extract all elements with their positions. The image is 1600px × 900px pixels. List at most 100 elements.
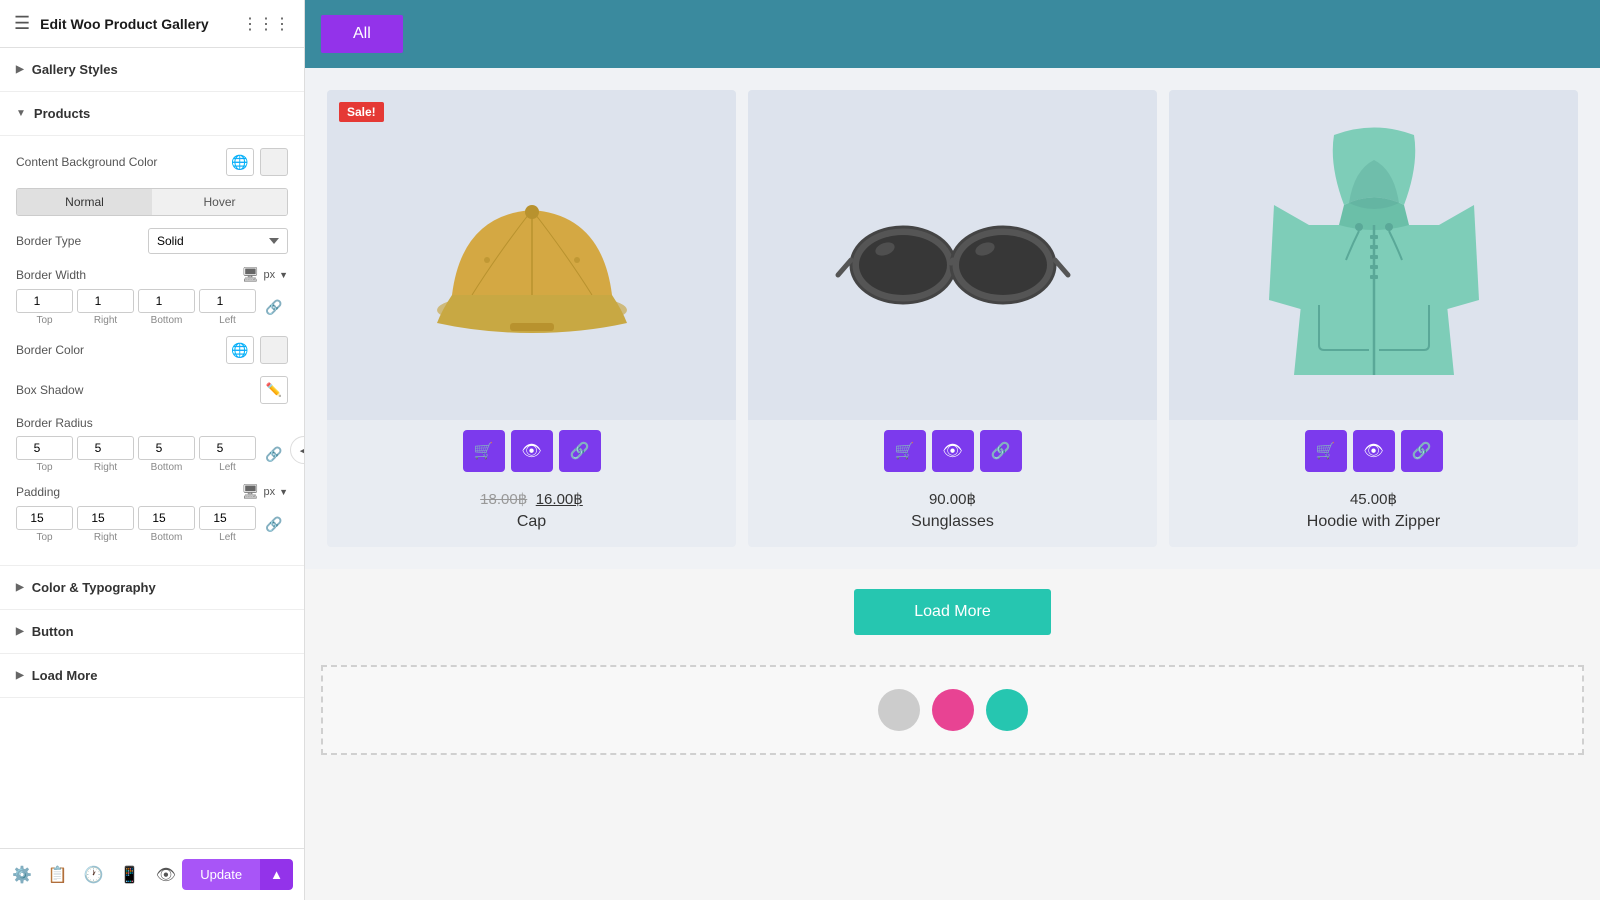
grid-icon[interactable]: ⋮⋮⋮	[242, 14, 290, 34]
link-hoodie[interactable]: 🔗	[1401, 430, 1443, 472]
border-type-select[interactable]: Solid Dashed Dotted None	[148, 228, 288, 254]
border-type-row: Border Type Solid Dashed Dotted None	[16, 228, 288, 254]
sunglasses-name: Sunglasses	[760, 513, 1145, 531]
product-card-hoodie: 🛒 👁 🔗 45.00฿ Hoodie with Zipper	[1169, 90, 1578, 547]
bg-color-swatch[interactable]	[260, 148, 288, 176]
border-bottom-input[interactable]: 1	[138, 289, 195, 313]
filter-all-button[interactable]: All	[321, 15, 403, 53]
padding-unit: 🖥 px ▼	[242, 483, 288, 500]
quick-view-sunglasses[interactable]: 👁	[932, 430, 974, 472]
border-left-label: Left	[219, 315, 236, 326]
products-chevron-icon: ▼	[16, 108, 26, 119]
section-color-typography[interactable]: ▶ Color & Typography	[0, 566, 304, 610]
preview-icon[interactable]: 👁	[156, 865, 176, 885]
border-width-link-icon[interactable]: 🔗	[260, 294, 288, 322]
dot-3	[986, 689, 1028, 731]
sunglasses-price: 90.00฿	[929, 491, 976, 508]
add-to-cart-hoodie[interactable]: 🛒	[1305, 430, 1347, 472]
add-to-cart-sunglasses[interactable]: 🛒	[884, 430, 926, 472]
section-load-more[interactable]: ▶ Load More	[0, 654, 304, 698]
pad-right-label: Right	[94, 532, 117, 543]
settings-icon[interactable]: ⚙️	[12, 865, 32, 885]
border-left-input[interactable]: 1	[199, 289, 256, 313]
border-radius-header: Border Radius	[16, 416, 288, 430]
load-more-button[interactable]: Load More	[854, 589, 1051, 635]
link-cap[interactable]: 🔗	[559, 430, 601, 472]
update-arrow-button[interactable]: ▲	[260, 859, 293, 890]
history-icon[interactable]: 🕐	[84, 865, 104, 885]
product-actions-cap: 🛒 👁 🔗	[327, 420, 736, 482]
pad-left-input[interactable]	[199, 506, 256, 530]
br-bottom-wrap: Bottom	[138, 436, 195, 473]
border-radius-label: Border Radius	[16, 416, 93, 430]
tab-normal[interactable]: Normal	[17, 189, 152, 215]
quick-view-cap[interactable]: 👁	[511, 430, 553, 472]
br-right-label: Right	[94, 462, 117, 473]
border-color-globe[interactable]: 🌐	[226, 336, 254, 364]
pad-bottom-label: Bottom	[151, 532, 183, 543]
left-panel: ☰ Edit Woo Product Gallery ⋮⋮⋮ ▶ Gallery…	[0, 0, 305, 900]
add-to-cart-cap[interactable]: 🛒	[463, 430, 505, 472]
cap-image	[422, 155, 642, 355]
border-color-label: Border Color	[16, 343, 84, 357]
dot-1	[878, 689, 920, 731]
cap-original-price: 18.00฿	[480, 491, 527, 508]
border-top-input[interactable]: 1	[16, 289, 73, 313]
br-bottom-input[interactable]	[138, 436, 195, 460]
br-right-input[interactable]	[77, 436, 134, 460]
product-grid: Sale!	[305, 68, 1600, 569]
section-gallery-styles[interactable]: ▶ Gallery Styles	[0, 48, 304, 92]
br-bottom-label: Bottom	[151, 462, 183, 473]
below-dots	[878, 689, 1028, 731]
panel-content: ▶ Gallery Styles ▼ Products Content Back…	[0, 48, 304, 900]
color-typography-label: Color & Typography	[32, 580, 156, 595]
pad-right-input[interactable]	[77, 506, 134, 530]
padding-unit-label: px	[263, 486, 275, 498]
product-info-cap: 18.00฿ 16.00฿ Cap	[327, 482, 736, 547]
product-image-area-sunglasses	[748, 90, 1157, 420]
border-width-unit: 🖥 px ▼	[242, 266, 288, 283]
border-width-header: Border Width 🖥 px ▼	[16, 266, 288, 283]
hamburger-icon[interactable]: ☰	[14, 13, 30, 34]
border-right-input[interactable]: 1	[77, 289, 134, 313]
pad-top-wrap: Top	[16, 506, 73, 543]
layers-icon[interactable]: 📋	[48, 865, 68, 885]
color-chevron-icon: ▶	[16, 582, 24, 593]
update-button[interactable]: Update	[182, 859, 260, 890]
br-top-input[interactable]	[16, 436, 73, 460]
br-left-wrap: Left	[199, 436, 256, 473]
pad-top-input[interactable]	[16, 506, 73, 530]
responsive-icon[interactable]: 📱	[120, 865, 140, 885]
border-color-swatch[interactable]	[260, 336, 288, 364]
hoodie-image	[1264, 115, 1484, 395]
border-radius-inputs: Top Right Bottom Left 🔗	[16, 436, 288, 473]
product-info-sunglasses: 90.00฿ Sunglasses	[748, 482, 1157, 547]
padding-label: Padding	[16, 485, 60, 499]
link-sunglasses[interactable]: 🔗	[980, 430, 1022, 472]
panel-header: ☰ Edit Woo Product Gallery ⋮⋮⋮	[0, 0, 304, 48]
below-section	[321, 665, 1584, 755]
br-left-input[interactable]	[199, 436, 256, 460]
products-label: Products	[34, 106, 90, 121]
button-chevron-icon: ▶	[16, 626, 24, 637]
bg-color-row: Content Background Color 🌐	[16, 148, 288, 176]
normal-hover-tabs: Normal Hover	[16, 188, 288, 216]
section-products[interactable]: ▼ Products	[0, 92, 304, 136]
border-top-label: Top	[36, 315, 52, 326]
section-button[interactable]: ▶ Button	[0, 610, 304, 654]
box-shadow-label: Box Shadow	[16, 383, 83, 397]
border-left-wrap: 1 Left	[199, 289, 256, 326]
padding-unit-chevron: ▼	[279, 487, 288, 497]
button-label: Button	[32, 624, 74, 639]
br-link-icon[interactable]: 🔗	[260, 441, 288, 469]
globe-button[interactable]: 🌐	[226, 148, 254, 176]
load-more-section-label: Load More	[32, 668, 98, 683]
tab-hover[interactable]: Hover	[152, 189, 287, 215]
pad-link-icon[interactable]: 🔗	[260, 511, 288, 539]
quick-view-hoodie[interactable]: 👁	[1353, 430, 1395, 472]
pad-bottom-input[interactable]	[138, 506, 195, 530]
br-top-wrap: Top	[16, 436, 73, 473]
product-card-sunglasses: 🛒 👁 🔗 90.00฿ Sunglasses	[748, 90, 1157, 547]
box-shadow-edit-btn[interactable]: ✏️	[260, 376, 288, 404]
product-actions-hoodie: 🛒 👁 🔗	[1169, 420, 1578, 482]
